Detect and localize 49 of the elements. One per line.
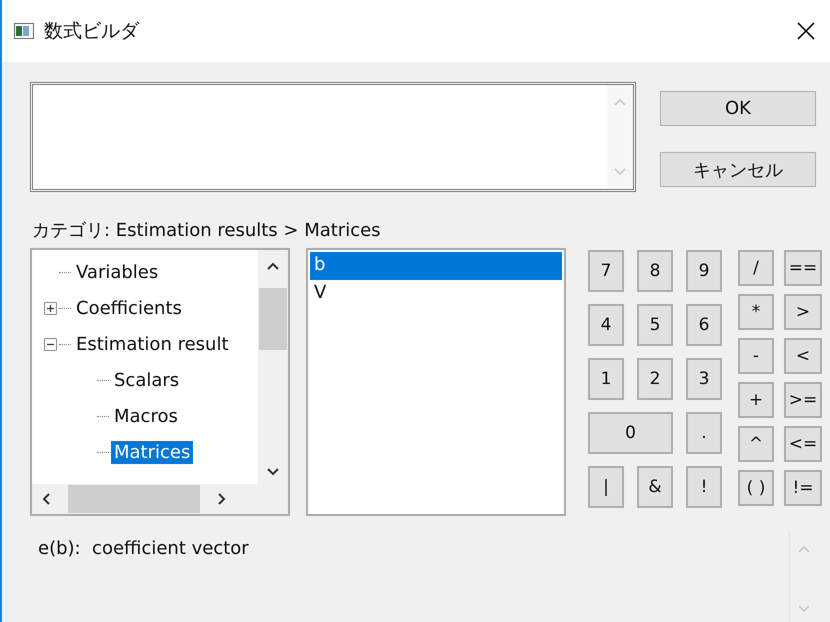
operator-button[interactable]: != xyxy=(784,470,822,506)
scrollbar-thumb[interactable] xyxy=(259,288,287,350)
key-button[interactable]: 2 xyxy=(637,358,673,400)
tree-item[interactable]: Matrices xyxy=(111,440,194,464)
key-button[interactable]: & xyxy=(637,466,673,508)
tree-item[interactable]: Variables xyxy=(73,260,162,284)
operator-button[interactable]: <= xyxy=(784,426,822,462)
key-button[interactable]: | xyxy=(588,466,624,508)
key-button[interactable]: 5 xyxy=(637,304,673,346)
tree-item[interactable]: Estimation result xyxy=(73,332,232,356)
tree-item[interactable]: Macros xyxy=(111,404,181,428)
operator-button[interactable]: ( ) xyxy=(738,470,774,506)
operator-button[interactable]: > xyxy=(784,294,822,330)
window-title: 数式ビルダ xyxy=(44,19,140,44)
operator-button[interactable]: >= xyxy=(784,382,822,418)
scroll-up-icon[interactable] xyxy=(265,260,281,272)
operator-button[interactable]: == xyxy=(784,250,822,286)
key-button[interactable]: 3 xyxy=(686,358,722,400)
ok-button[interactable]: OK xyxy=(660,91,816,126)
key-button[interactable]: 4 xyxy=(588,304,624,346)
app-icon xyxy=(14,23,34,39)
key-button[interactable]: 8 xyxy=(637,250,673,292)
scroll-right-icon[interactable] xyxy=(216,491,228,507)
list-item[interactable]: V xyxy=(310,280,562,308)
operator-button[interactable]: / xyxy=(738,250,774,286)
key-button[interactable]: 7 xyxy=(588,250,624,292)
operator-button[interactable]: ^ xyxy=(738,426,774,462)
category-label: カテゴリ: Estimation results > Matrices xyxy=(32,219,382,242)
key-button[interactable]: ! xyxy=(686,466,722,508)
tree-item[interactable]: Coefficients xyxy=(73,296,185,320)
operator-button[interactable]: * xyxy=(738,294,774,330)
close-icon[interactable] xyxy=(796,21,816,41)
description-text: e(b): coefficient vector xyxy=(37,537,250,561)
operator-button[interactable]: < xyxy=(784,338,822,374)
scrollbar-thumb[interactable] xyxy=(68,485,200,513)
key-button[interactable]: 1 xyxy=(588,358,624,400)
list-item[interactable]: b xyxy=(310,252,562,280)
key-button[interactable]: 0 xyxy=(588,412,673,454)
scroll-left-icon[interactable] xyxy=(40,491,52,507)
operator-button[interactable]: - xyxy=(738,338,774,374)
scroll-down-icon[interactable] xyxy=(265,466,281,478)
expander-icon[interactable] xyxy=(44,302,57,314)
key-button[interactable]: . xyxy=(686,412,722,454)
cancel-button[interactable]: キャンセル xyxy=(660,152,816,187)
expander-icon[interactable] xyxy=(44,338,57,350)
tree-item[interactable]: Scalars xyxy=(111,368,182,392)
key-button[interactable]: 6 xyxy=(686,304,722,346)
key-button[interactable]: 9 xyxy=(686,250,722,292)
operator-button[interactable]: + xyxy=(738,382,774,418)
